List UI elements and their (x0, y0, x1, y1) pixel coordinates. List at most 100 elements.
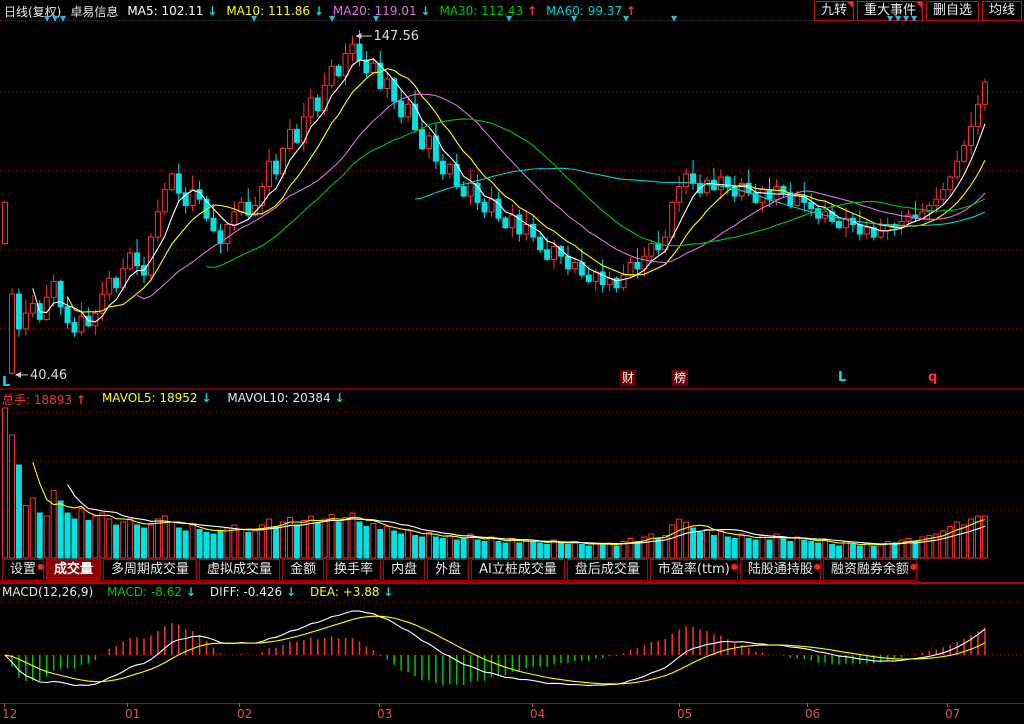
candle-body (774, 187, 779, 200)
chart-badge-2[interactable]: 榜 (672, 370, 688, 386)
high-annotation-arrowhead (356, 33, 362, 39)
macd-chart[interactable] (0, 584, 1024, 703)
volume-bar (392, 531, 397, 558)
topbar-button-3[interactable]: 删自选 (926, 1, 979, 21)
chart-badge-1[interactable]: 财 (620, 370, 636, 386)
candle-body (982, 82, 987, 104)
tab-item-2[interactable]: 多周期成交量 (103, 559, 197, 581)
candle-body (809, 202, 814, 208)
volume-bar (433, 537, 438, 558)
volume-bar (517, 543, 522, 558)
volume-bar (9, 435, 14, 558)
candle-body (955, 161, 960, 177)
candle-body (406, 104, 411, 117)
volume-bar (823, 540, 828, 558)
volume-bar (864, 543, 869, 558)
candle-body (30, 304, 35, 313)
timeline-month-label: 06 (805, 707, 820, 721)
volume-bar (413, 536, 418, 559)
tab-item-10[interactable]: 市盈率(ttm)● (650, 559, 738, 581)
tab-volume-active[interactable]: 成交量 (46, 559, 101, 581)
volume-bar (294, 525, 299, 558)
volume-bar (399, 534, 404, 558)
candle-body (371, 63, 376, 72)
volume-bar (274, 527, 279, 559)
tab-item-5[interactable]: 换手率 (326, 559, 381, 581)
main-price-chart[interactable]: 147.5640.46L (0, 22, 1024, 389)
candle-body (510, 215, 515, 228)
macd-params-label: MACD(12,26,9) (2, 585, 93, 599)
candle-body (565, 256, 570, 269)
volume-bar (100, 513, 105, 558)
volume-bar (503, 543, 508, 558)
chart-badge-3[interactable]: L (838, 370, 846, 386)
volume-bar (802, 540, 807, 558)
tab-item-3[interactable]: 虚拟成交量 (199, 559, 280, 581)
candle-body (72, 323, 77, 332)
volume-bar (23, 506, 28, 559)
tab-item-6[interactable]: 内盘 (383, 559, 425, 581)
volume-bar (371, 524, 376, 559)
tab-item-11[interactable]: 陆股通持股● (740, 559, 821, 581)
volume-bar (635, 542, 640, 559)
candle-body (420, 130, 425, 149)
candle-body (79, 316, 84, 332)
candle-body (364, 60, 369, 73)
volume-bar (148, 525, 153, 558)
candle-body (93, 313, 98, 326)
candle-body (51, 281, 56, 297)
candle-body (413, 104, 418, 129)
volume-bar (315, 524, 320, 559)
volume-bar (155, 519, 160, 558)
tab-item-12[interactable]: 融资融券余额● (823, 559, 917, 581)
candle-body (287, 130, 292, 149)
volume-bar (204, 533, 209, 559)
volume-bar (843, 542, 848, 559)
tab-item-0[interactable]: 设置● (2, 559, 44, 581)
tab-item-8[interactable]: AI立桩成交量 (471, 559, 565, 581)
candle-body (976, 104, 981, 126)
candle-body (691, 174, 696, 183)
candle-body (44, 297, 49, 319)
volume-bar (614, 546, 619, 558)
timeline-month-label: 02 (237, 707, 252, 721)
tab-item-4[interactable]: 金额 (282, 559, 324, 581)
candle-body (628, 262, 633, 275)
diff-value-label: DIFF: -0.426 ↓ (210, 585, 296, 599)
candle-body (315, 98, 320, 111)
volume-bar (809, 542, 814, 559)
volume-bar (607, 543, 612, 558)
volume-bar (51, 491, 56, 559)
ma5-line (33, 59, 985, 322)
tab-item-9[interactable]: 盘后成交量 (567, 559, 648, 581)
volume-bar (267, 519, 272, 558)
volume-bar (878, 545, 883, 559)
tab-item-7[interactable]: 外盘 (427, 559, 469, 581)
volume-bar (545, 545, 550, 559)
ma5-label: MA5: 102.11 ↓ (127, 4, 217, 18)
candle-body (135, 253, 140, 266)
candle-body (468, 183, 473, 196)
chart-badge-4[interactable]: q (928, 370, 937, 386)
candle-body (155, 212, 160, 237)
candle-body (670, 202, 675, 237)
volume-bar (176, 528, 181, 558)
volume-bar (343, 518, 348, 559)
volume-bar (816, 543, 821, 558)
volume-bar (86, 521, 91, 559)
mavol5-line (33, 462, 985, 545)
candle-body (336, 66, 341, 75)
volume-bar (142, 528, 147, 558)
volume-chart[interactable] (0, 390, 1024, 559)
volume-bar (385, 527, 390, 559)
candle-body (684, 174, 689, 187)
volume-bar (559, 543, 564, 558)
volume-bar (760, 536, 765, 559)
topbar-button-4[interactable]: 均线 (982, 1, 1022, 21)
candle-body (385, 79, 390, 88)
ma30-line (207, 119, 985, 268)
tab-alert-dot-icon: ● (910, 557, 917, 577)
topbar-button-1[interactable]: 九转 (814, 1, 854, 21)
volume-bar (287, 518, 292, 559)
volume-bar (406, 530, 411, 559)
